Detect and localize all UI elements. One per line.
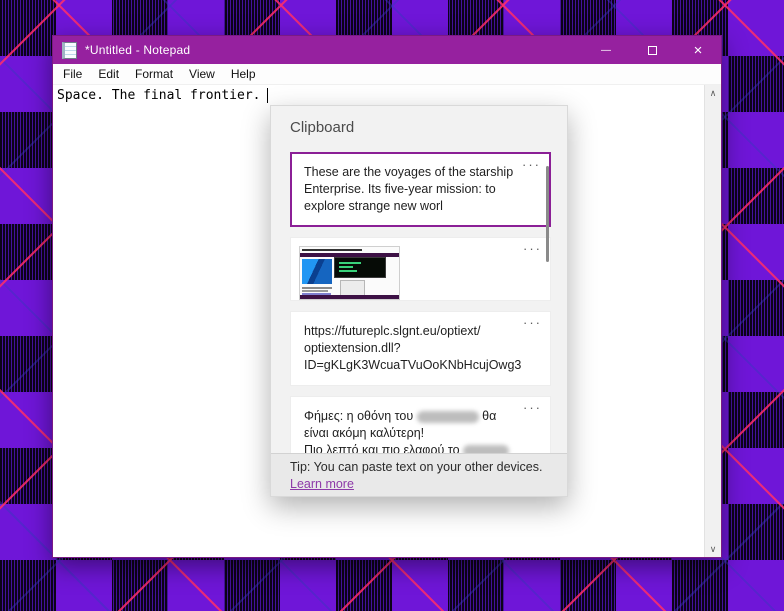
item-url-line: ID=gKLgK3WcuaTVuOoKNbHcujOwg3 xyxy=(304,357,524,374)
item-more-options-icon[interactable]: ··· xyxy=(523,399,542,416)
console-window-thumb xyxy=(334,257,386,278)
clipboard-item-image[interactable]: ··· xyxy=(290,237,551,301)
clipboard-panel-title: Clipboard xyxy=(271,106,567,146)
learn-more-link[interactable]: Learn more xyxy=(290,477,354,491)
minimize-icon: — xyxy=(601,45,611,56)
item-more-options-icon[interactable]: ··· xyxy=(523,240,542,257)
window-controls: — × xyxy=(583,36,721,64)
menu-edit[interactable]: Edit xyxy=(90,64,127,84)
clipboard-scrollbar-thumb[interactable] xyxy=(546,166,549,262)
item-text-line: These are the voyages of the starship xyxy=(304,164,524,181)
close-button[interactable]: × xyxy=(675,36,721,64)
item-url-line: optiextension.dll? xyxy=(304,340,524,357)
item-more-options-icon[interactable]: ··· xyxy=(523,314,542,331)
greek-text-segment: Φήμες: η οθόνη του xyxy=(304,409,413,423)
title-bar[interactable]: *Untitled - Notepad — × xyxy=(53,36,721,64)
item-text-line: explore strange new worl xyxy=(304,198,524,215)
editor-text: Space. The final frontier. xyxy=(57,88,261,103)
menu-view[interactable]: View xyxy=(181,64,223,84)
menu-file[interactable]: File xyxy=(55,64,90,84)
clipboard-items-list: ··· These are the voyages of the starshi… xyxy=(290,152,551,481)
window-title: *Untitled - Notepad xyxy=(85,43,190,57)
clipboard-item-url[interactable]: ··· https://futureplc.slgnt.eu/optiext/ … xyxy=(290,311,551,386)
menu-format[interactable]: Format xyxy=(127,64,181,84)
webpage-screenshot-thumbnail xyxy=(299,246,400,300)
menu-bar: File Edit Format View Help xyxy=(53,64,721,85)
item-text-line: Φήμες: η οθόνη του θα xyxy=(304,408,524,425)
clipboard-item-starship-text[interactable]: ··· These are the voyages of the starshi… xyxy=(290,152,551,227)
editor-vertical-scrollbar[interactable]: ∧ ∨ xyxy=(704,85,721,557)
maximize-icon xyxy=(648,46,657,55)
scroll-up-button[interactable]: ∧ xyxy=(705,85,722,101)
maximize-button[interactable] xyxy=(629,36,675,64)
redacted-text-blur xyxy=(417,411,479,423)
desktop-background: { "window": { "title": "*Untitled - Note… xyxy=(0,0,784,611)
notepad-app-icon xyxy=(62,42,77,59)
clipboard-footer: Tip: You can paste text on your other de… xyxy=(271,453,567,496)
chevron-up-icon: ∧ xyxy=(710,88,717,99)
clipboard-panel: Clipboard ··· These are the voyages of t… xyxy=(270,105,568,497)
item-url-line: https://futureplc.slgnt.eu/optiext/ xyxy=(304,323,524,340)
minimize-button[interactable]: — xyxy=(583,36,629,64)
item-more-options-icon[interactable]: ··· xyxy=(522,156,541,173)
clipboard-tip-text: Tip: You can paste text on your other de… xyxy=(290,459,567,476)
menu-help[interactable]: Help xyxy=(223,64,264,84)
close-icon: × xyxy=(694,42,703,59)
scroll-down-button[interactable]: ∨ xyxy=(705,541,722,557)
item-text-line: είναι ακόμη καλύτερη! xyxy=(304,425,524,442)
item-text-line: Enterprise. Its five-year mission: to xyxy=(304,181,524,198)
greek-text-segment: θα xyxy=(482,409,496,423)
text-caret xyxy=(267,88,269,103)
chevron-down-icon: ∨ xyxy=(710,544,717,555)
